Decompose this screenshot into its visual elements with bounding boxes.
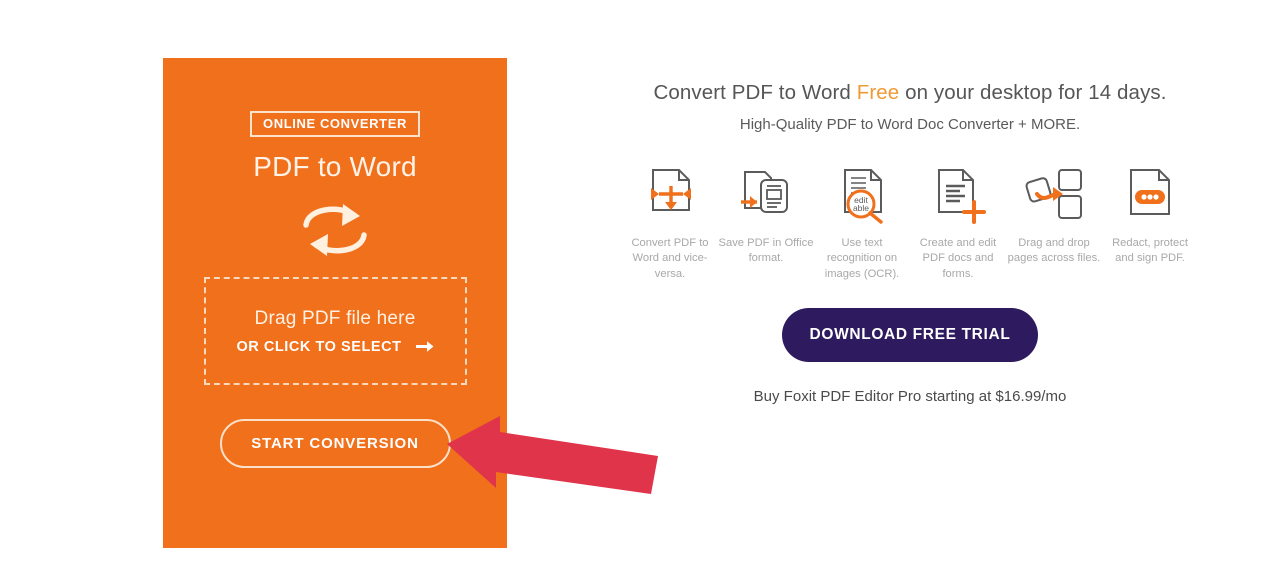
- start-conversion-button[interactable]: START CONVERSION: [219, 419, 451, 468]
- svg-text:able: able: [853, 203, 869, 213]
- promo-headline: Convert PDF to Word Free on your desktop…: [600, 80, 1220, 107]
- feature-list: Convert PDF to Word and vice-versa. Save…: [600, 164, 1220, 282]
- feature-item: Create and edit PDF docs and forms.: [910, 164, 1006, 282]
- save-office-format-icon: [741, 170, 788, 213]
- feature-item: Save PDF in Office format.: [718, 164, 814, 282]
- promo-subheadline: High-Quality PDF to Word Doc Converter +…: [739, 115, 1081, 133]
- feature-item: Convert PDF to Word and vice-versa.: [622, 164, 718, 282]
- feature-item: Drag and drop pages across files.: [1006, 164, 1102, 282]
- dropzone-main-text: Drag PDF file here: [254, 307, 416, 329]
- pricing-note: Buy Foxit PDF Editor Pro starting at $16…: [753, 388, 1067, 405]
- file-dropzone[interactable]: Drag PDF file here OR CLICK TO SELECT: [203, 277, 467, 385]
- online-converter-badge: ONLINE CONVERTER: [250, 111, 420, 137]
- dropzone-select-row[interactable]: OR CLICK TO SELECT: [236, 338, 434, 355]
- redact-protect-icon: [1130, 168, 1170, 215]
- feature-caption: Save PDF in Office format.: [718, 236, 814, 265]
- feature-caption: Create and edit PDF docs and forms.: [919, 236, 997, 280]
- promo-column: Convert PDF to Word Free on your desktop…: [600, 80, 1220, 405]
- feature-caption: Use text recognition on images (OCR).: [824, 236, 900, 280]
- dropzone-sub-text: OR CLICK TO SELECT: [236, 338, 402, 355]
- feature-item: Redact, protect and sign PDF.: [1102, 164, 1198, 282]
- arrow-right-icon: [415, 341, 434, 352]
- cta-row: DOWNLOAD FREE TRIAL: [600, 308, 1220, 362]
- headline-part-1: Convert PDF to Word: [653, 81, 857, 104]
- online-converter-panel: ONLINE CONVERTER PDF to Word Drag PDF fi…: [163, 58, 507, 548]
- feature-item: edit able Use text recognition on images…: [814, 164, 910, 282]
- create-edit-pdf-icon: [938, 168, 986, 224]
- convert-both-ways-icon: [651, 168, 691, 211]
- feature-caption: Redact, protect and sign PDF.: [1112, 236, 1188, 265]
- feature-caption: Drag and drop pages across files.: [1007, 236, 1101, 265]
- swap-arrows-icon: [303, 204, 367, 256]
- ocr-editable-icon: edit able: [844, 168, 883, 224]
- headline-part-2: on your desktop for 14 days.: [899, 81, 1167, 104]
- panel-title: PDF to Word: [253, 151, 417, 182]
- feature-caption: Convert PDF to Word and vice-versa.: [631, 236, 709, 280]
- headline-accent: Free: [856, 81, 900, 104]
- page-root: ONLINE CONVERTER PDF to Word Drag PDF fi…: [0, 0, 1280, 576]
- download-free-trial-button[interactable]: DOWNLOAD FREE TRIAL: [782, 308, 1038, 362]
- drag-drop-pages-icon: [1025, 168, 1082, 219]
